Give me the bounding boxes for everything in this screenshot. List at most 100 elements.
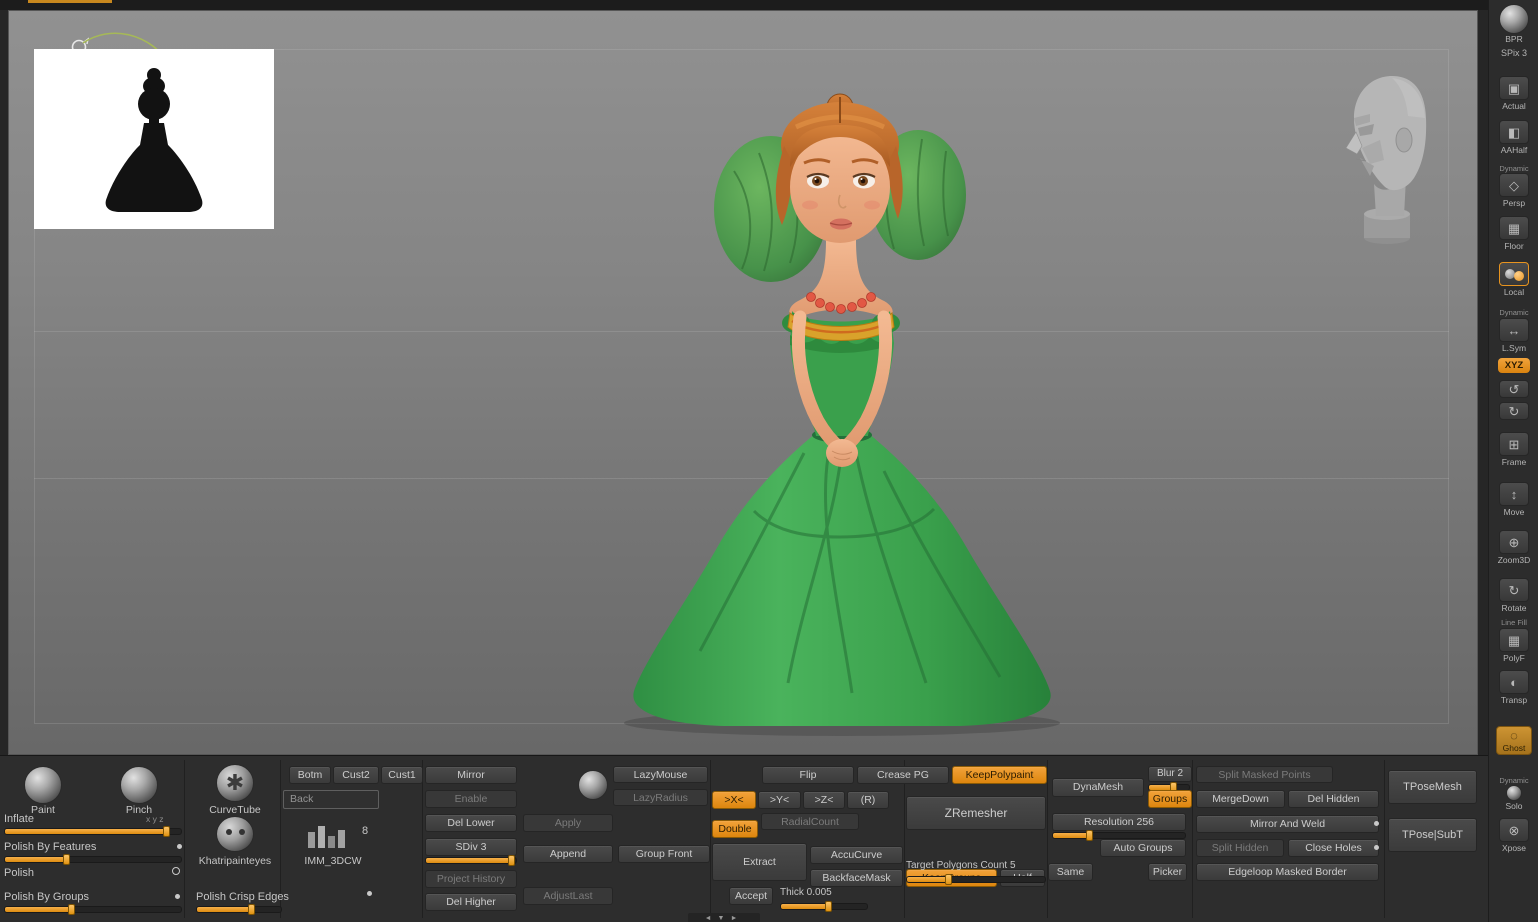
polish-crisp-edges-dot[interactable] bbox=[367, 891, 372, 896]
polish-by-features-dot[interactable] bbox=[177, 844, 182, 849]
local-label: Local bbox=[1492, 287, 1536, 297]
del-higher-button[interactable]: Del Higher bbox=[425, 893, 517, 911]
crease-pg-button[interactable]: Crease PG bbox=[857, 766, 949, 784]
move-label: Move bbox=[1492, 507, 1536, 517]
transp-icon: ◐ bbox=[1499, 670, 1529, 694]
accept-button[interactable]: Accept bbox=[729, 887, 773, 905]
project-history-button[interactable]: Project History bbox=[425, 870, 517, 888]
pinch-brush-icon[interactable] bbox=[120, 766, 158, 804]
thick-slider[interactable] bbox=[780, 903, 868, 910]
ghost-button[interactable]: ◌ Ghost bbox=[1492, 726, 1536, 755]
adjust-last-button[interactable]: AdjustLast bbox=[523, 887, 613, 905]
append-button[interactable]: Append bbox=[523, 845, 613, 863]
transp-button[interactable]: ◐ Transp bbox=[1492, 670, 1536, 705]
group-front-button[interactable]: Group Front bbox=[618, 845, 710, 863]
same-button[interactable]: Same bbox=[1048, 863, 1093, 881]
tray-resize-handle[interactable]: ◄▼► bbox=[688, 913, 760, 922]
aahalf-button[interactable]: ◧ AAHalf bbox=[1492, 120, 1536, 155]
cust2-button[interactable]: Cust2 bbox=[333, 766, 379, 784]
radial-button[interactable]: (R) bbox=[847, 791, 889, 809]
lazymouse-button[interactable]: LazyMouse bbox=[613, 766, 708, 783]
double-button[interactable]: Double bbox=[712, 820, 758, 838]
xpose-button[interactable]: ⊗ Xpose bbox=[1492, 818, 1536, 853]
move-button[interactable]: ↕ Move bbox=[1492, 482, 1536, 517]
xyz-button[interactable]: XYZ bbox=[1492, 358, 1536, 374]
blur-slider-button[interactable]: Blur 2 bbox=[1148, 766, 1192, 782]
spiral-toggle-1[interactable]: ↺ bbox=[1492, 380, 1536, 399]
viewport-canvas[interactable] bbox=[8, 10, 1478, 755]
spiral-toggle-2[interactable]: ↻ bbox=[1492, 402, 1536, 421]
enable-button[interactable]: Enable bbox=[425, 790, 517, 808]
paint-brush-icon[interactable] bbox=[24, 766, 62, 804]
mirror-and-weld-button[interactable]: Mirror And Weld bbox=[1196, 815, 1379, 833]
polyf-button[interactable]: ▦ PolyF bbox=[1492, 628, 1536, 663]
zremesher-button[interactable]: ZRemesher bbox=[906, 796, 1046, 830]
close-holes-button[interactable]: Close Holes bbox=[1288, 839, 1379, 857]
merge-down-button[interactable]: MergeDown bbox=[1196, 790, 1285, 808]
solo-button[interactable]: Solo bbox=[1492, 785, 1536, 811]
botm-button[interactable]: Botm bbox=[289, 766, 331, 784]
resolution-slider-button[interactable]: Resolution 256 bbox=[1052, 813, 1186, 831]
mirror-and-weld-dot[interactable] bbox=[1374, 821, 1379, 826]
flip-button[interactable]: Flip bbox=[762, 766, 854, 784]
bpr-sphere-icon bbox=[1499, 4, 1529, 34]
frame-button[interactable]: ⊞ Frame bbox=[1492, 432, 1536, 467]
polish-circle-toggle[interactable] bbox=[172, 867, 180, 875]
polish-by-groups-dot[interactable] bbox=[175, 894, 180, 899]
backface-mask-button[interactable]: BackfaceMask bbox=[810, 869, 903, 887]
lsym-label: L.Sym bbox=[1492, 343, 1536, 353]
picker-button[interactable]: Picker bbox=[1148, 863, 1187, 881]
polish-by-groups-slider[interactable] bbox=[4, 906, 182, 913]
mirror-z-button[interactable]: >Z< bbox=[803, 791, 845, 809]
del-hidden-button[interactable]: Del Hidden bbox=[1288, 790, 1379, 808]
bpr-button[interactable]: BPR bbox=[1492, 4, 1536, 44]
groups-button[interactable]: Groups bbox=[1148, 790, 1192, 808]
polish-crisp-edges-slider[interactable] bbox=[196, 906, 282, 913]
del-lower-button[interactable]: Del Lower bbox=[425, 814, 517, 832]
actual-button[interactable]: ▣ Actual bbox=[1492, 76, 1536, 111]
polish-by-features-slider[interactable] bbox=[4, 856, 182, 863]
back-input[interactable]: Back bbox=[283, 790, 379, 809]
lazyradius-button[interactable]: LazyRadius bbox=[613, 789, 708, 806]
auto-groups-button[interactable]: Auto Groups bbox=[1100, 839, 1186, 857]
sdiv-slider-button[interactable]: SDiv 3 bbox=[425, 838, 517, 856]
resolution-slider[interactable] bbox=[1052, 832, 1186, 839]
polish-by-features-label: Polish By Features bbox=[4, 841, 96, 853]
mirror-y-button[interactable]: >Y< bbox=[758, 791, 801, 809]
mirror-button[interactable]: Mirror bbox=[425, 766, 517, 784]
actual-label: Actual bbox=[1492, 101, 1536, 111]
edgeloop-masked-border-button[interactable]: Edgeloop Masked Border bbox=[1196, 863, 1379, 881]
radial-count-button[interactable]: RadialCount bbox=[761, 813, 859, 830]
ghost-icon: ◌ bbox=[1497, 729, 1531, 743]
local-button[interactable]: Local bbox=[1492, 262, 1536, 297]
target-polygons-slider[interactable] bbox=[906, 876, 1046, 883]
spiral-icon-2: ↻ bbox=[1499, 402, 1529, 420]
persp-button[interactable]: ◇ Persp bbox=[1492, 173, 1536, 208]
imm-3dcw-brush-icon[interactable] bbox=[306, 822, 352, 850]
cust1-button[interactable]: Cust1 bbox=[381, 766, 423, 784]
spix-slider-control[interactable]: SPix 3 bbox=[1492, 48, 1536, 58]
alpha-thumbnail[interactable] bbox=[34, 49, 274, 229]
extract-button[interactable]: Extract bbox=[712, 843, 807, 881]
lsym-button[interactable]: ↔ L.Sym bbox=[1492, 318, 1536, 353]
sdiv-slider[interactable] bbox=[425, 857, 517, 864]
curvetube-brush-icon[interactable]: ✱ bbox=[216, 764, 254, 802]
close-holes-dot[interactable] bbox=[1374, 845, 1379, 850]
tpose-mesh-button[interactable]: TPoseMesh bbox=[1388, 770, 1477, 804]
dynamic-persp-label: Dynamic bbox=[1489, 164, 1538, 173]
inflate-slider[interactable] bbox=[4, 828, 182, 835]
inflate-axes-label[interactable]: x y z bbox=[146, 814, 163, 824]
apply-button[interactable]: Apply bbox=[523, 814, 613, 832]
frame-label: Frame bbox=[1492, 457, 1536, 467]
dynamesh-button[interactable]: DynaMesh bbox=[1052, 778, 1144, 797]
split-hidden-button[interactable]: Split Hidden bbox=[1196, 839, 1284, 857]
keep-polypaint-button[interactable]: KeepPolypaint bbox=[952, 766, 1047, 784]
floor-button[interactable]: ▦ Floor bbox=[1492, 216, 1536, 251]
tpose-subt-button[interactable]: TPose|SubT bbox=[1388, 818, 1477, 852]
khatripainteyes-brush-icon[interactable] bbox=[216, 816, 254, 852]
rotate-button[interactable]: ↻ Rotate bbox=[1492, 578, 1536, 613]
split-masked-points-button[interactable]: Split Masked Points bbox=[1196, 766, 1333, 783]
accu-curve-button[interactable]: AccuCurve bbox=[810, 846, 903, 864]
zoom3d-button[interactable]: ⊕ Zoom3D bbox=[1492, 530, 1536, 565]
mirror-x-button[interactable]: >X< bbox=[712, 791, 756, 809]
